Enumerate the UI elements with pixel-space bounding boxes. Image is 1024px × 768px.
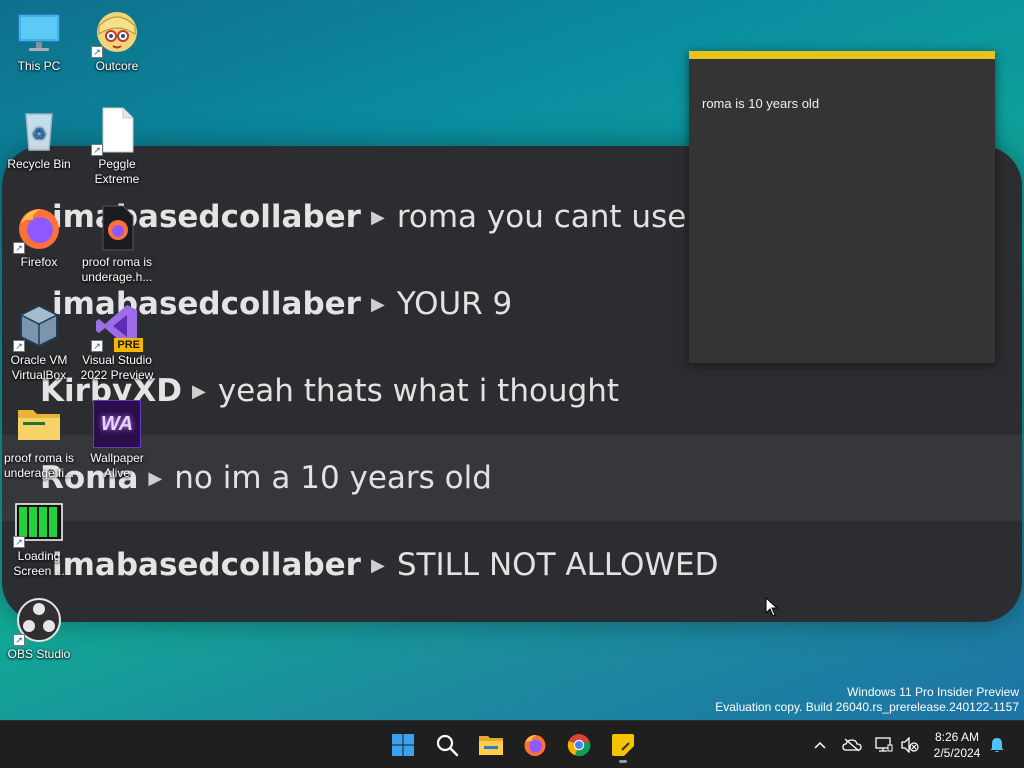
- chat-message: STILL NOT ALLOWED: [396, 547, 719, 583]
- volume-muted-icon: [901, 737, 919, 753]
- chat-user: imabasedcollaber: [52, 547, 361, 583]
- taskbar: 8:26 AM 2/5/2024: [0, 720, 1024, 768]
- shortcut-arrow-icon: ↗: [13, 634, 25, 646]
- desktop-icon-wallpaper-alive[interactable]: WA Wallpaper Alive: [78, 400, 156, 481]
- chat-arrow-icon: ▶: [191, 380, 206, 402]
- wallpaper-alive-badge: WA: [100, 412, 134, 435]
- desktop-icon-label: Recycle Bin: [7, 157, 71, 171]
- desktop-icon-label: proof roma is underage.fi...: [3, 451, 75, 480]
- chat-arrow-icon: ▶: [370, 554, 385, 576]
- sticky-note-header[interactable]: [689, 51, 995, 59]
- firefox-icon: [524, 735, 546, 756]
- chat-message: roma you cant use co: [396, 199, 733, 235]
- shortcut-arrow-icon: ↗: [91, 46, 103, 58]
- desktop-icon-visual-studio[interactable]: PRE ↗ Visual Studio 2022 Preview: [78, 302, 156, 383]
- monitor-icon: [15, 8, 63, 56]
- search-icon: [436, 734, 459, 757]
- sticky-notes-taskbar-button[interactable]: [607, 729, 639, 763]
- firefox-icon: ↗: [13, 204, 63, 254]
- network-button[interactable]: [874, 735, 894, 755]
- bell-icon: [990, 738, 1004, 753]
- chrome-taskbar-button[interactable]: [563, 729, 595, 761]
- desktop-icon-label: This PC: [17, 59, 61, 73]
- desktop-icon-label: Firefox: [20, 255, 58, 269]
- desktop-icon-label: Peggle Extreme: [94, 157, 140, 186]
- visual-studio-icon: PRE ↗: [91, 302, 143, 352]
- show-hidden-icons-button[interactable]: [812, 735, 828, 755]
- cloud-off-icon: [842, 738, 862, 752]
- svg-text:♻: ♻: [32, 124, 46, 143]
- desktop-icon-label: Loading Screen ...: [13, 549, 65, 578]
- file-explorer-icon: [479, 736, 503, 755]
- chat-message: no im a 10 years old: [174, 460, 492, 496]
- desktop-icon-firefox[interactable]: ↗ Firefox: [0, 204, 78, 270]
- file-explorer-button[interactable]: [475, 729, 507, 761]
- desktop-icon-label: Outcore: [95, 59, 139, 73]
- outcore-icon: ↗: [91, 8, 141, 58]
- shortcut-arrow-icon: ↗: [91, 340, 103, 352]
- chat-arrow-icon: ▶: [370, 206, 385, 228]
- network-icon: [875, 737, 893, 752]
- desktop-icon-loading-screen[interactable]: ↗ Loading Screen ...: [0, 498, 78, 579]
- notifications-button[interactable]: [988, 735, 1006, 755]
- clock-date: 2/5/2024: [933, 746, 981, 760]
- watermark-build: Evaluation copy. Build 26040.rs_prerelea…: [715, 700, 1019, 714]
- desktop-icon-proof-html[interactable]: proof roma is underage.h...: [78, 204, 156, 285]
- mouse-cursor-icon: [765, 596, 779, 622]
- chat-arrow-icon: ▶: [370, 293, 385, 315]
- recycle-bin-icon: ♻: [15, 106, 63, 154]
- file-icon: ↗: [91, 106, 141, 156]
- shortcut-arrow-icon: ↗: [13, 340, 25, 352]
- desktop-icon-obs-studio[interactable]: ↗ OBS Studio: [0, 596, 78, 662]
- sticky-note[interactable]: roma is 10 years old: [689, 51, 995, 363]
- sticky-notes-icon: [612, 734, 634, 756]
- onedrive-button[interactable]: [842, 735, 862, 755]
- shortcut-arrow-icon: ↗: [13, 536, 25, 548]
- desktop-icon-virtualbox[interactable]: ↗ Oracle VM VirtualBox: [0, 302, 78, 383]
- search-button[interactable]: [431, 729, 463, 761]
- chrome-icon: [567, 734, 591, 757]
- virtualbox-icon: ↗: [13, 302, 63, 352]
- desktop-icon-label: OBS Studio: [7, 647, 71, 661]
- folder-icon: [15, 400, 63, 448]
- desktop-icon-proof-folder[interactable]: proof roma is underage.fi...: [0, 400, 78, 481]
- windows-watermark: Windows 11 Pro Insider Preview Evaluatio…: [715, 685, 1019, 715]
- html-file-icon: [93, 204, 141, 252]
- start-button[interactable]: [387, 729, 419, 761]
- chevron-up-icon: [814, 741, 826, 749]
- firefox-taskbar-button[interactable]: [519, 729, 551, 761]
- preview-badge: PRE: [114, 338, 143, 352]
- desktop-icon-label: Oracle VM VirtualBox: [10, 353, 68, 382]
- desktop-icon-peggle-extreme[interactable]: ↗ Peggle Extreme: [78, 106, 156, 187]
- volume-button[interactable]: [900, 735, 920, 755]
- shortcut-arrow-icon: ↗: [91, 144, 103, 156]
- wallpaper-alive-icon: WA: [93, 400, 141, 448]
- desktop-icon-recycle-bin[interactable]: ♻ Recycle Bin: [0, 106, 78, 172]
- loading-screen-icon: ↗: [13, 498, 63, 548]
- shortcut-arrow-icon: ↗: [13, 242, 25, 254]
- chat-row: imabasedcollaber ▶ STILL NOT ALLOWED: [2, 522, 1022, 608]
- desktop-icon-label: Visual Studio 2022 Preview: [80, 353, 154, 382]
- clock-time: 8:26 AM: [934, 730, 980, 744]
- chat-message: yeah thats what i thought: [217, 373, 620, 409]
- chat-message: YOUR 9: [396, 286, 513, 322]
- clock[interactable]: 8:26 AM 2/5/2024: [928, 729, 986, 761]
- running-indicator: [619, 760, 627, 763]
- desktop-icon-this-pc[interactable]: This PC: [0, 8, 78, 74]
- desktop-icon-outcore[interactable]: ↗ Outcore: [78, 8, 156, 74]
- desktop-icon-label: proof roma is underage.h...: [81, 255, 153, 284]
- start-icon: [392, 734, 414, 756]
- obs-icon: ↗: [13, 596, 63, 646]
- watermark-edition: Windows 11 Pro Insider Preview: [847, 685, 1019, 699]
- sticky-note-text[interactable]: roma is 10 years old: [702, 96, 819, 111]
- desktop-icon-label: Wallpaper Alive: [90, 451, 144, 480]
